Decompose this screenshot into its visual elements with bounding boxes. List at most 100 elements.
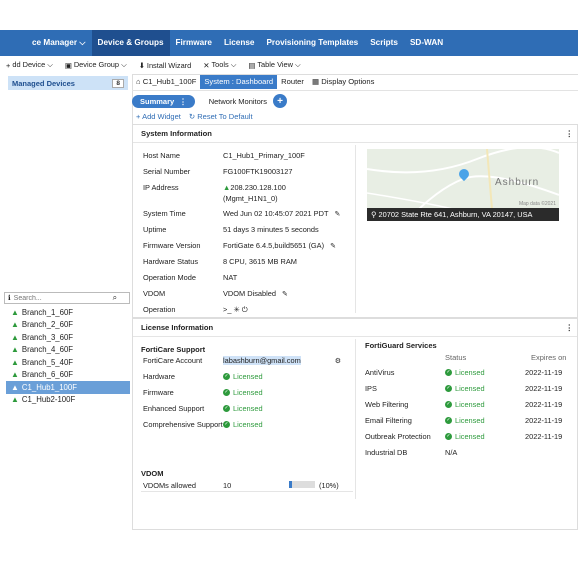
device-item[interactable]: ▲ Branch_1_60F bbox=[6, 306, 130, 319]
device-search: ℹ ⌕ bbox=[4, 292, 130, 304]
sidebar: Managed Devices 8 ℹ ⌕ ▲Branch_1_60F ▲Bra… bbox=[0, 74, 133, 530]
location-map[interactable]: Ashburn Map data ©2021 ⚲ 20702 State Rte… bbox=[367, 149, 559, 221]
up-arrow-icon: ▲ bbox=[11, 382, 19, 392]
service-name: Email Filtering bbox=[365, 416, 412, 425]
service-name: Industrial DB bbox=[365, 448, 408, 457]
info-key: Hardware Status bbox=[143, 257, 199, 266]
device-name: Branch_4_60F bbox=[21, 345, 74, 355]
device-name: C1_Hub2-100F bbox=[21, 395, 76, 405]
info-key: Uptime bbox=[143, 225, 167, 234]
display-options-icon: ▦ bbox=[311, 77, 320, 86]
device-group-button[interactable]: ▣ Device Group ⌵ bbox=[59, 60, 133, 70]
info-key: Host Name bbox=[143, 151, 180, 160]
home-icon: ⌂ bbox=[136, 77, 141, 86]
edit-icon[interactable]: ✎ bbox=[330, 242, 338, 250]
licensed-label: Licensed bbox=[233, 372, 263, 381]
edit-icon[interactable]: ✎ bbox=[282, 290, 290, 298]
install-wizard-button[interactable]: ⬇ Install Wizard bbox=[133, 61, 198, 70]
map-address: ⚲ 20702 State Rte 641, Ashburn, VA 20147… bbox=[367, 208, 559, 221]
license-row: FortiCare Account labashburn@gmail.com ⚙ bbox=[143, 356, 343, 365]
device-item[interactable]: ▲ Branch_6_60F bbox=[6, 369, 130, 382]
managed-devices-header[interactable]: Managed Devices 8 bbox=[8, 76, 128, 90]
tab-device[interactable]: ⌂ C1_Hub1_100F bbox=[132, 75, 200, 89]
edit-icon[interactable]: ✎ bbox=[334, 210, 342, 218]
device-name: Branch_5_40F bbox=[21, 357, 74, 367]
reset-default-button[interactable]: ↻ Reset To Default bbox=[189, 112, 253, 121]
licensed-status: ✓ Licensed bbox=[223, 372, 263, 381]
forticare-title: FortiCare Support bbox=[141, 345, 206, 354]
nav-scripts[interactable]: Scripts bbox=[364, 30, 404, 56]
nav-device-groups[interactable]: Device & Groups bbox=[91, 30, 170, 56]
ip-address: 208.230.128.100 bbox=[230, 183, 286, 192]
nav-firmware[interactable]: Firmware bbox=[170, 30, 218, 56]
service-status: ✓ Licensed bbox=[445, 384, 485, 393]
info-row: Operation Mode NAT bbox=[143, 273, 237, 282]
forticare-account[interactable]: labashburn@gmail.com bbox=[223, 356, 301, 365]
device-item[interactable]: ▲ Branch_5_40F bbox=[6, 356, 130, 369]
tab-network-monitors[interactable]: Network Monitors bbox=[209, 97, 267, 106]
info-value: FG100FTK19003127 bbox=[223, 167, 293, 176]
widget-menu-icon[interactable]: ⋮ bbox=[566, 319, 574, 337]
reset-label: Reset To Default bbox=[197, 112, 253, 121]
operation-icons[interactable]: >_ ✳ ⏻ bbox=[223, 305, 248, 315]
service-row: IPS ✓ Licensed 2022-11-19 bbox=[365, 384, 575, 396]
tools-button[interactable]: ✕ Tools ⌵ bbox=[197, 60, 242, 70]
divider bbox=[141, 491, 353, 492]
tab-display-options[interactable]: ▦ Display Options bbox=[308, 75, 379, 89]
vdom-value: 10 bbox=[223, 481, 232, 490]
tools-icon: ✕ bbox=[203, 60, 210, 70]
device-item[interactable]: ▲ Branch_2_60F bbox=[6, 319, 130, 332]
device-search-input[interactable] bbox=[13, 294, 110, 302]
nav-provisioning-templates[interactable]: Provisioning Templates bbox=[260, 30, 364, 56]
nav-license[interactable]: License bbox=[218, 30, 261, 56]
vdom-label: VDOMs allowed bbox=[143, 481, 196, 490]
up-arrow-icon: ▲ bbox=[11, 345, 19, 355]
fortiguard-title: FortiGuard Services bbox=[365, 341, 437, 350]
info-value: VDOM Disabled ✎ bbox=[223, 289, 290, 298]
device-name: Branch_3_60F bbox=[21, 332, 74, 342]
add-tab-button[interactable]: + bbox=[273, 94, 288, 108]
nav-device-manager[interactable]: ce Manager ⌵ bbox=[0, 30, 92, 56]
device-item[interactable]: ▲ Branch_3_60F bbox=[6, 331, 130, 344]
device-count-badge: 8 bbox=[112, 78, 124, 88]
service-status: ✓ Licensed bbox=[445, 416, 485, 425]
settings-icon[interactable]: ⚙ bbox=[335, 357, 343, 365]
widget-menu-icon[interactable]: ⋮ bbox=[566, 125, 574, 143]
device-name: Branch_2_60F bbox=[21, 320, 74, 330]
service-expires: 2022-11-19 bbox=[525, 432, 563, 441]
tab-router[interactable]: Router bbox=[277, 75, 308, 89]
tab-device-label: C1_Hub1_100F bbox=[142, 77, 197, 86]
check-icon: ✓ bbox=[445, 385, 452, 392]
service-status-label: Licensed bbox=[455, 384, 485, 393]
tab-system-dashboard[interactable]: System : Dashboard bbox=[200, 75, 278, 89]
toolbar: + dd Device ⌵ ▣ Device Group ⌵ ⬇ Install Wi… bbox=[0, 56, 578, 75]
device-name: Branch_6_60F bbox=[21, 370, 74, 380]
plus-icon: + bbox=[136, 112, 141, 121]
system-time: Wed Jun 02 10:45:07 2021 PDT bbox=[223, 209, 329, 218]
device-item[interactable]: ▲ C1_Hub2-100F bbox=[6, 394, 130, 407]
dashboard-subtabs: Summary ⋮ Network Monitors + bbox=[132, 92, 288, 110]
add-widget-button[interactable]: + Add Widget bbox=[136, 112, 181, 121]
device-item-selected[interactable]: ▲ C1_Hub1_100F bbox=[6, 381, 130, 394]
widget-title: License Information bbox=[133, 319, 577, 337]
nav-sd-wan[interactable]: SD-WAN bbox=[404, 30, 449, 56]
table-view-button[interactable]: ▤ Table View ⌵ bbox=[242, 60, 306, 70]
licensed-status: ✓ Licensed bbox=[223, 420, 263, 429]
install-icon: ⬇ bbox=[138, 60, 145, 70]
top-navigation: ce Manager ⌵ Device & Groups Firmware Li… bbox=[0, 30, 578, 56]
firmware-version: FortiGate 6.4.5,build5651 (GA) bbox=[223, 241, 325, 250]
info-row: System Time Wed Jun 02 10:45:07 2021 PDT ✎ bbox=[143, 209, 342, 218]
device-item[interactable]: ▲ Branch_4_60F bbox=[6, 344, 130, 357]
tab-summary[interactable]: Summary ⋮ bbox=[132, 94, 195, 108]
info-row: Operation >_ ✳ ⏻ bbox=[143, 305, 248, 315]
info-value: FortiGate 6.4.5,build5651 (GA) ✎ bbox=[223, 241, 338, 250]
service-status: N/A bbox=[445, 448, 457, 457]
location-icon: ⚲ bbox=[371, 210, 377, 219]
install-wizard-label: Install Wizard bbox=[146, 60, 192, 70]
licensed-status: ✓ Licensed bbox=[223, 388, 263, 397]
search-icon[interactable]: ⌕ bbox=[113, 293, 117, 303]
app-window: ce Manager ⌵ Device & Groups Firmware Li… bbox=[0, 30, 578, 530]
more-icon[interactable]: ⋮ bbox=[179, 97, 187, 106]
add-device-button[interactable]: + dd Device ⌵ bbox=[0, 60, 59, 70]
map-town: Ashburn bbox=[495, 177, 540, 188]
